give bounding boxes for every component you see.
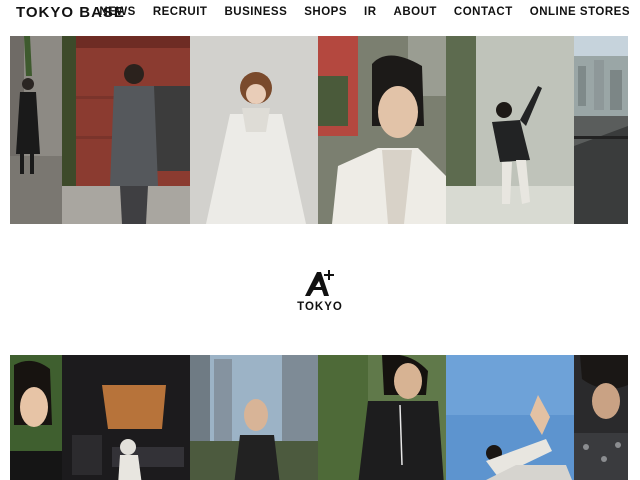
nav-about[interactable]: ABOUT xyxy=(394,6,437,18)
nav-online-stores[interactable]: ONLINE STORES xyxy=(530,6,630,18)
photo-man-sleeveless xyxy=(318,355,446,480)
nav-contact[interactable]: CONTACT xyxy=(454,6,513,18)
site-header: TOKYO BASE NEWS RECRUIT BUSINESS SHOPS I… xyxy=(0,0,640,28)
photo-music-studio xyxy=(62,355,190,480)
photo-woman-hand-raised xyxy=(10,355,62,480)
photo-woman-street xyxy=(10,36,62,224)
nav-ir[interactable]: IR xyxy=(364,6,377,18)
photo-city-balcony xyxy=(574,36,628,224)
photo-gallery-bottom xyxy=(10,355,628,480)
brand-name: TOKYO xyxy=(297,301,343,313)
photo-dancer-pose xyxy=(446,36,574,224)
brand-a-plus-tokyo[interactable]: TOKYO xyxy=(296,268,344,318)
nav-news[interactable]: NEWS xyxy=(99,6,136,18)
nav-business[interactable]: BUSINESS xyxy=(224,6,287,18)
photo-woman-headphones-city xyxy=(190,355,318,480)
main-nav: NEWS RECRUIT BUSINESS SHOPS IR ABOUT CON… xyxy=(82,6,630,18)
photo-man-grey-jacket xyxy=(62,36,190,224)
photo-woman-stretching xyxy=(446,355,574,480)
nav-recruit[interactable]: RECRUIT xyxy=(153,6,208,18)
a-plus-logo-icon xyxy=(305,270,334,296)
photo-woman-white-parka xyxy=(190,36,318,224)
nav-shops[interactable]: SHOPS xyxy=(304,6,347,18)
photo-man-white-jacket xyxy=(318,36,446,224)
photo-gallery-top xyxy=(10,36,628,224)
photo-man-patterned-shirt xyxy=(574,355,628,480)
